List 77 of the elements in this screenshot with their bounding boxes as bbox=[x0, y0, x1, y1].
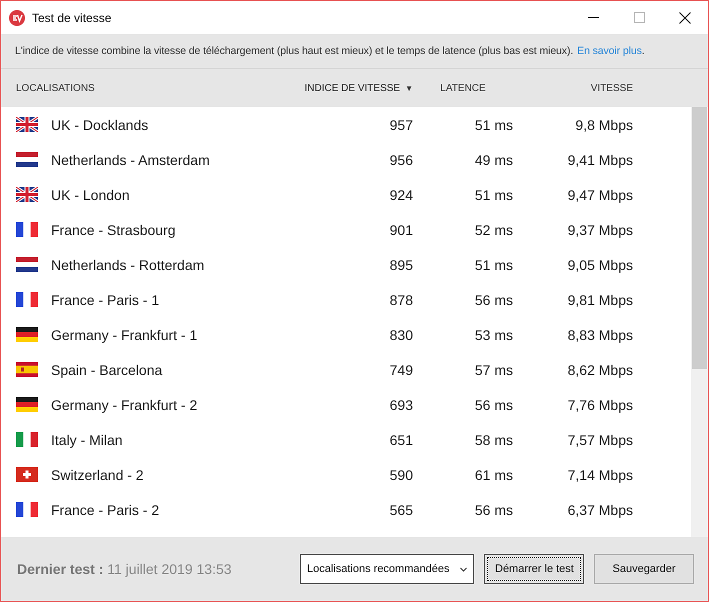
speed-value: 9,47 Mbps bbox=[566, 186, 633, 202]
latency-value: 52 ms bbox=[474, 222, 513, 238]
speed-index: 830 bbox=[388, 326, 413, 342]
latency-value: 53 ms bbox=[474, 326, 513, 342]
location-name: UK - Docklands bbox=[51, 116, 148, 132]
flag-icon bbox=[16, 467, 38, 482]
logo-icon bbox=[9, 10, 25, 26]
speed-value: 9,05 Mbps bbox=[566, 256, 633, 272]
flag-icon bbox=[16, 117, 38, 132]
sort-icon: ▼ bbox=[405, 84, 413, 92]
locations-dropdown[interactable]: Localisations recommandées bbox=[300, 554, 474, 584]
latency-value: 56 ms bbox=[474, 292, 513, 308]
location-name: Switzerland - 2 bbox=[51, 466, 144, 482]
flag-icon bbox=[16, 222, 38, 237]
speed-value: 7,76 Mbps bbox=[566, 396, 633, 412]
column-header[interactable]: INDICE DE VITESSE bbox=[304, 82, 400, 94]
period-text: . bbox=[642, 45, 645, 57]
flag-icon bbox=[16, 187, 38, 202]
speed-index: 651 bbox=[388, 432, 413, 448]
speed-index: 590 bbox=[388, 466, 413, 482]
speed-value: 8,62 Mbps bbox=[566, 362, 633, 378]
action-button[interactable]: Démarrer le test bbox=[484, 554, 584, 584]
speed-value: 9,8 Mbps bbox=[574, 116, 633, 132]
location-name: France - Paris - 1 bbox=[51, 292, 160, 308]
flag-icon bbox=[16, 397, 38, 412]
scrollbar[interactable] bbox=[691, 107, 708, 537]
info-text: L'indice de vitesse combine la vitesse de téléchargement (plus haut est mieux) et le temps de latence (plus bas est mieux). bbox=[15, 45, 574, 57]
speed-value: 8,83 Mbps bbox=[566, 326, 633, 342]
location-name: UK - London bbox=[51, 186, 130, 202]
speed-value: 9,37 Mbps bbox=[566, 222, 633, 238]
flag-icon bbox=[16, 292, 38, 307]
location-name: Netherlands - Rotterdam bbox=[51, 256, 204, 272]
flag-icon bbox=[16, 362, 38, 377]
flag-icon bbox=[16, 502, 38, 517]
location-name: Germany - Frankfurt - 1 bbox=[51, 326, 198, 342]
latency-value: 61 ms bbox=[474, 466, 513, 482]
speed-value: 7,57 Mbps bbox=[566, 432, 633, 448]
speed-value: 9,81 Mbps bbox=[566, 292, 633, 308]
column-header[interactable]: VITESSE bbox=[590, 82, 633, 94]
location-name: Italy - Milan bbox=[51, 432, 123, 448]
flag-icon bbox=[16, 432, 38, 447]
location-name: France - Strasbourg bbox=[51, 222, 176, 238]
flag-icon bbox=[16, 257, 38, 272]
latency-value: 56 ms bbox=[474, 502, 513, 518]
location-name: Spain - Barcelona bbox=[51, 362, 162, 378]
latency-value: 51 ms bbox=[474, 256, 513, 272]
action-button[interactable]: Sauvegarder bbox=[594, 554, 694, 584]
latency-value: 51 ms bbox=[474, 116, 513, 132]
latency-value: 49 ms bbox=[474, 152, 513, 168]
speed-index: 693 bbox=[388, 396, 413, 412]
flag-icon bbox=[16, 327, 38, 342]
speed-index: 924 bbox=[388, 186, 413, 202]
latency-value: 56 ms bbox=[474, 396, 513, 412]
speed-value: 9,41 Mbps bbox=[566, 152, 633, 168]
flag-icon bbox=[16, 152, 38, 167]
speed-index: 878 bbox=[388, 292, 413, 308]
speed-value: 6,37 Mbps bbox=[566, 502, 633, 518]
latency-value: 58 ms bbox=[474, 432, 513, 448]
speed-index: 956 bbox=[388, 152, 413, 168]
close-icon[interactable] bbox=[679, 12, 691, 24]
speed-index: 957 bbox=[388, 116, 413, 132]
window-title: Test de vitesse bbox=[32, 10, 112, 24]
speed-index: 749 bbox=[388, 362, 413, 378]
location-name: France - Paris - 2 bbox=[51, 502, 160, 518]
speed-index: 565 bbox=[388, 502, 413, 518]
location-name: Netherlands - Amsterdam bbox=[51, 152, 210, 168]
column-header[interactable]: LATENCE bbox=[440, 82, 486, 94]
column-header[interactable]: LOCALISATIONS bbox=[16, 82, 95, 94]
latency-value: 57 ms bbox=[474, 362, 513, 378]
location-name: Germany - Frankfurt - 2 bbox=[51, 396, 198, 412]
speed-value: 7,14 Mbps bbox=[566, 466, 633, 482]
speed-index: 895 bbox=[388, 256, 413, 272]
latency-value: 51 ms bbox=[474, 186, 513, 202]
minimize-icon[interactable] bbox=[588, 17, 598, 18]
caret-icon[interactable] bbox=[460, 566, 467, 572]
speed-index: 901 bbox=[388, 222, 413, 238]
last-test-text: Dernier test : 11 juillet 2019 13:53 bbox=[17, 561, 233, 577]
